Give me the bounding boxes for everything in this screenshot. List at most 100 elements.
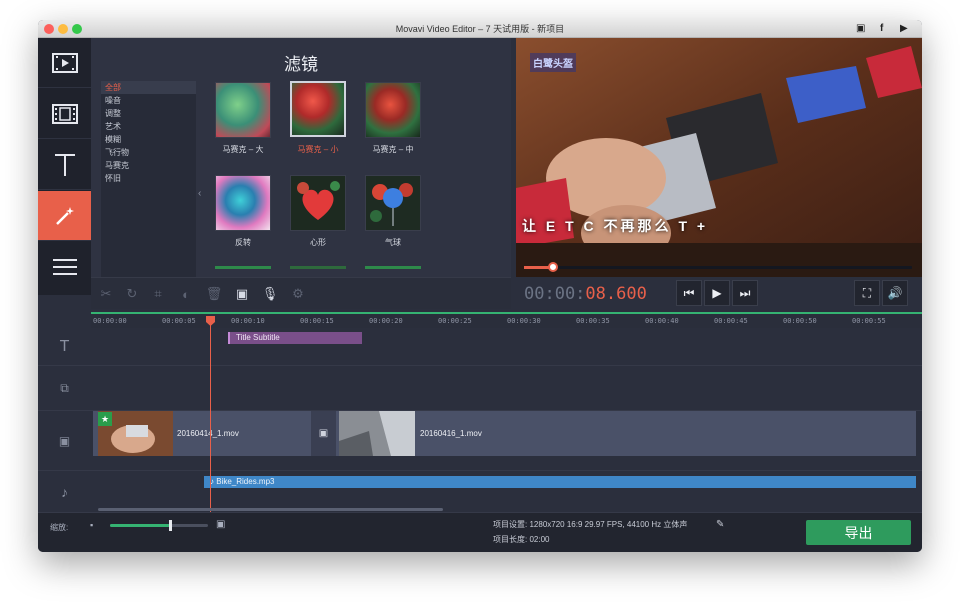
zoom-out-icon[interactable]: ▪ — [90, 520, 93, 530]
category-item-retro[interactable]: 怀旧 — [101, 172, 196, 185]
filter-thumb-mosaic-large[interactable] — [215, 82, 271, 138]
ruler-tick-label: 00:00:10 — [231, 317, 265, 325]
ruler-tick-label: 00:00:45 — [714, 317, 748, 325]
youtube-icon[interactable]: ▶ — [900, 23, 908, 34]
transition-marker[interactable]: ▣ — [311, 411, 336, 456]
category-item-blur[interactable]: 模糊 — [101, 133, 196, 146]
ruler-tick-label: 00:00:25 — [438, 317, 472, 325]
filter-thumb-heart[interactable] — [290, 175, 346, 231]
delete-icon[interactable]: 🗑 — [203, 283, 225, 305]
timecode-current: 08.600 — [585, 284, 647, 304]
microphone-icon[interactable]: 🎙 — [259, 283, 281, 305]
overlay-track-header: ⧉ — [38, 366, 91, 411]
filter-label-mosaic-medium: 马赛克 – 中 — [372, 145, 414, 154]
audio-clip[interactable]: ♪ Bike_Rides.mp3 — [204, 476, 916, 488]
crop-icon[interactable]: ⌗ — [147, 283, 169, 305]
export-button[interactable]: 导出 — [806, 520, 911, 545]
bottom-bar: 缩放: ▪ ▣ 项目设置: 1280x720 16:9 29.97 FPS, 4… — [38, 512, 922, 552]
fullscreen-icon: ⛶ — [862, 285, 872, 300]
video-clip-1[interactable]: 20160414_1.mov — [93, 411, 311, 456]
ruler-tick-label: 00:00:20 — [369, 317, 403, 325]
sidebar-item-library[interactable] — [38, 89, 91, 139]
filters-panel: 滤镜 全部 噪音 调整 艺术 模糊 飞行物 马赛克 怀旧 ⚲ ✕ ‹ 马赛克 –… — [91, 38, 536, 295]
category-item-flying[interactable]: 飞行物 — [101, 146, 196, 159]
ruler-tick-label: 00:00:15 — [300, 317, 334, 325]
sidebar-item-titles[interactable] — [38, 140, 91, 190]
play-button[interactable]: ▶ — [704, 280, 730, 306]
settings-icon[interactable]: ⚙ — [287, 283, 309, 305]
filter-thumb-partial — [365, 266, 421, 269]
timecode-prefix: 00:00: — [524, 284, 586, 304]
title-bar: Movavi Video Editor – 7 天试用版 - 新项目 ▣ f ▶ — [38, 20, 922, 38]
seek-knob[interactable] — [548, 262, 558, 272]
screen-share-icon[interactable]: ▣ — [856, 23, 865, 34]
preview-overlay-text: 白鹭头盔 — [530, 53, 576, 72]
preview-subtitle-text: 让 E T C 不再那么 T + — [522, 218, 709, 234]
magic-wand-icon — [55, 206, 74, 225]
category-item-all[interactable]: 全部 — [101, 81, 196, 94]
category-item-adjust[interactable]: 调整 — [101, 107, 196, 120]
skip-back-icon: ⏮ — [683, 285, 695, 300]
ruler-tick-label: 00:00:30 — [507, 317, 541, 325]
cut-icon[interactable]: ✂ — [95, 283, 117, 305]
edit-toolbar: ✂ ↻ ⌗ ◐ 🗑 ▣ 🎙 ⚙ — [91, 277, 511, 309]
title-clip[interactable]: Title Subtitle — [228, 332, 362, 344]
title-track[interactable] — [91, 328, 922, 366]
video-track-icon: ▣ — [58, 433, 71, 448]
timecode-display: 00:00:08.600 — [524, 284, 647, 304]
hamburger-menu-icon — [52, 259, 77, 275]
zoom-label: 缩放: — [50, 523, 69, 532]
audio-track-header: ♪ — [38, 471, 91, 512]
fullscreen-button[interactable]: ⛶ — [854, 280, 880, 306]
color-adjust-icon[interactable]: ◐ — [175, 283, 197, 305]
zoom-slider-knob[interactable] — [169, 520, 172, 531]
ruler-tick-label: 00:00:50 — [783, 317, 817, 325]
filter-label-heart: 心形 — [310, 238, 326, 247]
film-import-icon — [51, 52, 78, 73]
filter-thumb-mosaic-medium[interactable] — [365, 82, 421, 138]
category-item-noise[interactable]: 噪音 — [101, 94, 196, 107]
project-settings: 项目设置: 1280x720 16:9 29.97 FPS, 44100 Hz … — [493, 519, 687, 530]
zoom-slider[interactable] — [110, 520, 208, 531]
filter-category-list: 全部 噪音 调整 艺术 模糊 飞行物 马赛克 怀旧 ⚲ ✕ — [101, 81, 196, 291]
filter-thumb-invert[interactable] — [215, 175, 271, 231]
timeline-scrollbar[interactable] — [98, 508, 443, 511]
edit-settings-icon[interactable]: ✎ — [716, 519, 724, 530]
previous-frame-button[interactable]: ⏮ — [676, 280, 702, 306]
category-item-art[interactable]: 艺术 — [101, 120, 196, 133]
image-icon[interactable]: ▣ — [231, 283, 253, 305]
ruler-tick-label: 00:00:40 — [645, 317, 679, 325]
title-track-icon: T — [59, 337, 70, 355]
preview-frame-image — [516, 38, 922, 277]
video-preview[interactable]: 白鹭头盔 让 E T C 不再那么 T + — [516, 38, 922, 277]
timeline-ruler[interactable]: 00:00:00 00:00:05 00:00:10 00:00:15 00:0… — [91, 312, 922, 328]
rotate-icon[interactable]: ↻ — [121, 283, 143, 305]
video-clip-1-name: 20160414_1.mov — [177, 429, 239, 438]
sidebar-item-import[interactable] — [38, 38, 91, 88]
audio-track-icon: ♪ — [61, 483, 68, 500]
overlay-track[interactable] — [91, 366, 922, 411]
project-settings-value: 1280x720 16:9 29.97 FPS, 44100 Hz 立体声 — [529, 520, 688, 529]
video-clip-2[interactable]: 20160416_1.mov — [336, 411, 916, 456]
project-length-label: 项目长度: — [493, 535, 528, 544]
timeline-playhead[interactable] — [210, 316, 211, 512]
preview-seek-bar[interactable] — [524, 262, 912, 272]
title-track-header: T — [38, 328, 91, 366]
audio-clip-name: Bike_Rides.mp3 — [216, 477, 275, 486]
filter-thumb-balloon[interactable] — [365, 175, 421, 231]
zoom-in-icon[interactable]: ▣ — [216, 519, 225, 530]
volume-button[interactable]: 🔊 — [882, 280, 908, 306]
collapse-arrow-icon[interactable]: ‹ — [198, 188, 201, 199]
sidebar-item-more[interactable] — [38, 242, 91, 292]
video-track-header: ▣ — [38, 411, 91, 471]
filter-thumb-mosaic-small[interactable] — [290, 81, 346, 137]
next-frame-button[interactable]: ⏭ — [732, 280, 758, 306]
star-icon: ★ — [98, 412, 112, 426]
ruler-tick-label: 00:00:55 — [852, 317, 886, 325]
category-item-mosaic[interactable]: 马赛克 — [101, 159, 196, 172]
filters-title: 滤镜 — [284, 55, 318, 74]
sidebar-item-filters[interactable] — [38, 191, 91, 241]
facebook-icon[interactable]: f — [880, 23, 883, 34]
transition-icon: ▣ — [318, 428, 329, 439]
filter-thumb-partial — [290, 266, 346, 269]
